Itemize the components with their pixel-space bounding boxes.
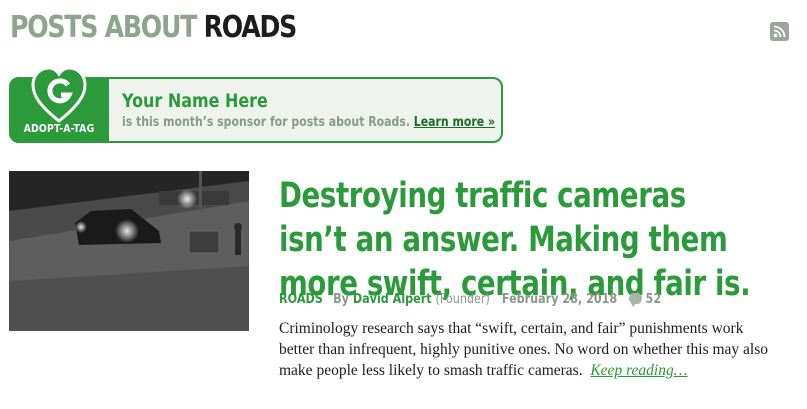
keep-reading-link[interactable]: Keep reading…	[590, 362, 687, 379]
comment-count: 52	[645, 292, 662, 307]
author-role: (Founder)	[435, 292, 490, 307]
sponsor-description: is this month’s sponsor for posts about …	[122, 115, 495, 130]
adopt-a-tag-sponsor-box: ADOPT-A-TAG Your Name Here is this month…	[9, 66, 503, 143]
page-title-tag: ROADS	[203, 10, 298, 45]
post-meta: ROADS By David Alpert (Founder) February 2…	[279, 292, 661, 307]
page-title-prefix: POSTS ABOUT	[10, 10, 197, 45]
rss-icon-glyph	[773, 25, 786, 38]
adopt-a-tag-badge[interactable]: ADOPT-A-TAG	[9, 66, 109, 143]
post-date: February 28, 2018	[501, 292, 618, 307]
post-excerpt: Criminology research says that “swift, c…	[279, 318, 774, 381]
author-link[interactable]: David Alpert	[353, 292, 432, 307]
post-title-link[interactable]: Destroying traffic cameras isn’t an answ…	[279, 174, 753, 306]
post-thumbnail-image	[9, 171, 249, 331]
comments-link[interactable]: 52	[629, 292, 661, 307]
rss-icon[interactable]	[770, 22, 789, 41]
sponsor-name: Your Name Here	[122, 90, 268, 112]
learn-more-link[interactable]: Learn more »	[414, 115, 495, 130]
post-tag-link[interactable]: ROADS	[279, 292, 323, 307]
post-thumbnail[interactable]	[9, 171, 249, 331]
page-title: POSTS ABOUT ROADS	[10, 8, 298, 48]
sponsor-text: is this month’s sponsor for posts about …	[122, 115, 410, 130]
excerpt-text: Criminology research says that “swift, c…	[279, 320, 769, 379]
by-label: By	[333, 292, 349, 307]
badge-label: ADOPT-A-TAG	[23, 122, 95, 135]
comment-icon	[629, 293, 643, 307]
heart-logo-icon	[31, 66, 87, 123]
